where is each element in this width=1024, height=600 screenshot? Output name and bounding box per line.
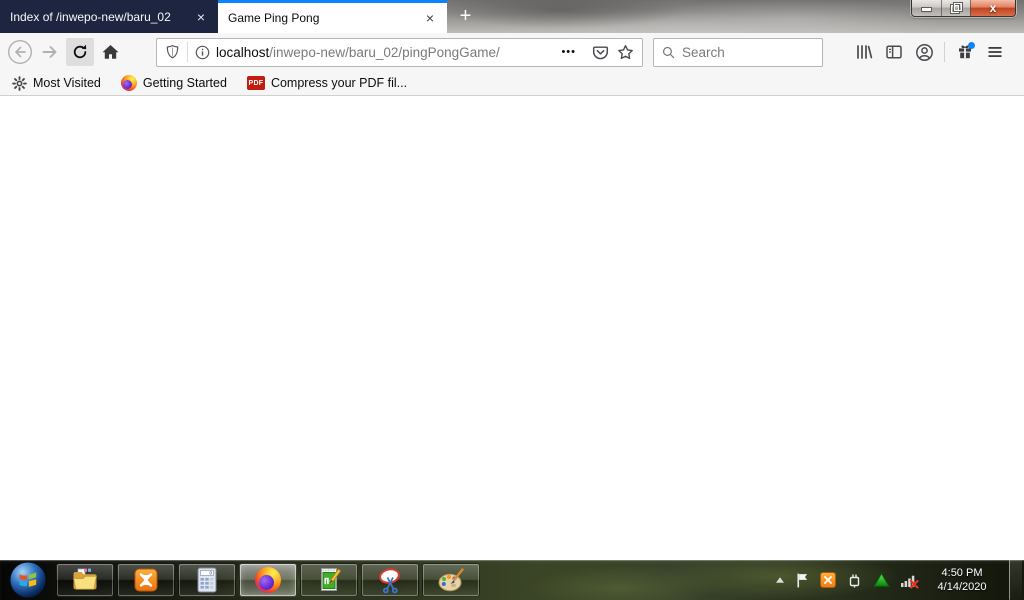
bookmark-most-visited[interactable]: Most Visited bbox=[12, 75, 101, 91]
search-bar[interactable] bbox=[653, 37, 823, 67]
minimize-button[interactable] bbox=[912, 0, 941, 16]
search-icon bbox=[662, 46, 675, 58]
flag-icon bbox=[797, 573, 808, 587]
url-text: localhost/inwepo-new/baru_02/pingPongGam… bbox=[210, 45, 557, 60]
clock-date: 4/14/2020 bbox=[937, 581, 987, 593]
start-button[interactable] bbox=[0, 560, 56, 600]
bookmarks-toolbar: Most Visited Getting Started PDF Compres… bbox=[0, 71, 1024, 96]
forward-icon bbox=[42, 46, 57, 58]
account-icon bbox=[915, 43, 933, 61]
menu-button[interactable] bbox=[980, 38, 1010, 66]
bookmark-star-button[interactable] bbox=[617, 44, 634, 61]
reload-button[interactable] bbox=[66, 38, 94, 66]
forward-button[interactable] bbox=[36, 38, 64, 66]
green-triangle-icon bbox=[873, 572, 890, 587]
bookmark-label: Getting Started bbox=[142, 76, 227, 90]
plug-icon bbox=[849, 574, 860, 587]
bookmark-getting-started[interactable]: Getting Started bbox=[120, 75, 227, 91]
search-input[interactable] bbox=[682, 44, 814, 60]
site-info-icon[interactable] bbox=[195, 45, 210, 60]
tab-close-icon[interactable]: × bbox=[421, 9, 439, 27]
paint-icon bbox=[438, 568, 464, 592]
url-host: localhost bbox=[216, 44, 270, 60]
taskbar-firefox-button[interactable] bbox=[239, 563, 297, 597]
home-button[interactable] bbox=[96, 38, 124, 66]
toolbar-right-icons bbox=[849, 38, 1010, 66]
safely-remove-hardware-tray-item[interactable] bbox=[846, 572, 863, 589]
tab-index-of-inwepo[interactable]: Index of /inwepo-new/baru_02 × bbox=[0, 0, 218, 33]
star-icon bbox=[618, 44, 633, 59]
windows-logo-icon bbox=[9, 561, 47, 599]
taskbar-xampp-button[interactable] bbox=[117, 563, 175, 597]
pdf-icon: PDF bbox=[246, 76, 265, 90]
show-desktop-button[interactable] bbox=[1009, 560, 1022, 600]
hamburger-icon bbox=[988, 47, 1002, 57]
restore-button[interactable] bbox=[941, 0, 970, 16]
library-button[interactable] bbox=[849, 38, 879, 66]
taskbar-apps: 0 bbox=[56, 563, 480, 597]
notepad-plus-plus-icon bbox=[321, 568, 342, 591]
urlbar-separator bbox=[187, 42, 188, 62]
action-center-tray-item[interactable] bbox=[795, 572, 810, 589]
notification-dot bbox=[968, 42, 975, 49]
gear-icon bbox=[12, 75, 27, 91]
close-icon: x bbox=[989, 1, 997, 15]
page-content-blank bbox=[0, 96, 1024, 560]
clock-time: 4:50 PM bbox=[941, 567, 983, 579]
green-triangle-tray-item[interactable] bbox=[873, 572, 890, 588]
bookmark-compress-pdf[interactable]: PDF Compress your PDF fil... bbox=[246, 76, 408, 90]
firefox-window: Index of /inwepo-new/baru_02 × Game Ping… bbox=[0, 0, 1024, 560]
system-tray: 4:50 PM 4/14/2020 bbox=[775, 560, 1024, 600]
close-window-button[interactable]: x bbox=[970, 0, 1015, 16]
page-actions-button[interactable]: ••• bbox=[561, 46, 576, 58]
tab-close-icon[interactable]: × bbox=[192, 8, 210, 26]
titlebar-tab-strip: Index of /inwepo-new/baru_02 × Game Ping… bbox=[0, 0, 1024, 33]
show-hidden-icons-button[interactable] bbox=[775, 576, 785, 584]
tab-title: Game Ping Pong bbox=[228, 11, 320, 25]
windows-explorer-icon bbox=[73, 568, 97, 590]
pocket-button[interactable] bbox=[592, 44, 609, 61]
taskbar-clock[interactable]: 4:50 PM 4/14/2020 bbox=[933, 566, 991, 594]
bookmark-label: Most Visited bbox=[33, 76, 101, 90]
whats-new-button[interactable] bbox=[950, 38, 980, 66]
network-status-tray-item[interactable] bbox=[900, 572, 919, 589]
tab-game-ping-pong[interactable]: Game Ping Pong × bbox=[218, 0, 447, 33]
window-controls: x bbox=[911, 0, 1016, 17]
home-icon bbox=[102, 45, 118, 59]
url-bar[interactable]: localhost/inwepo-new/baru_02/pingPongGam… bbox=[156, 37, 643, 67]
minimize-icon bbox=[922, 8, 931, 11]
snipping-tool-icon bbox=[379, 568, 400, 594]
firefox-icon bbox=[120, 75, 137, 91]
navigation-toolbar: localhost/inwepo-new/baru_02/pingPongGam… bbox=[0, 33, 1024, 71]
desktop-screen: Index of /inwepo-new/baru_02 × Game Ping… bbox=[0, 0, 1024, 600]
windows-taskbar: 0 4:50 PM 4/14/2020 bbox=[0, 560, 1024, 600]
xampp-tray-icon[interactable] bbox=[820, 572, 836, 588]
network-disconnected-icon bbox=[901, 575, 919, 589]
calculator-icon: 0 bbox=[197, 567, 217, 593]
back-icon bbox=[7, 39, 33, 65]
library-icon bbox=[857, 45, 873, 59]
taskbar-windows-explorer-button[interactable] bbox=[56, 563, 114, 597]
chevron-up-icon bbox=[776, 577, 784, 583]
xampp-icon bbox=[134, 568, 158, 592]
toolbar-separator bbox=[944, 42, 945, 62]
taskbar-snipping-tool-button[interactable] bbox=[361, 563, 419, 597]
tab-title: Index of /inwepo-new/baru_02 bbox=[10, 9, 171, 24]
sidebar-toggle-button[interactable] bbox=[879, 38, 909, 66]
reload-icon bbox=[73, 44, 87, 59]
restore-icon bbox=[950, 3, 962, 13]
tracking-protection-shield-icon[interactable] bbox=[165, 44, 180, 60]
back-button[interactable] bbox=[6, 38, 34, 66]
new-tab-button[interactable]: + bbox=[452, 3, 479, 30]
firefox-icon bbox=[255, 567, 281, 593]
bookmark-label: Compress your PDF fil... bbox=[270, 76, 408, 90]
taskbar-paint-button[interactable] bbox=[422, 563, 480, 597]
taskbar-calculator-button[interactable]: 0 bbox=[178, 563, 236, 597]
account-button[interactable] bbox=[909, 38, 939, 66]
taskbar-notepad-plus-plus-button[interactable] bbox=[300, 563, 358, 597]
pocket-icon bbox=[592, 45, 609, 59]
sidebar-icon bbox=[886, 45, 902, 59]
url-path: /inwepo-new/baru_02/pingPongGame/ bbox=[269, 44, 500, 60]
